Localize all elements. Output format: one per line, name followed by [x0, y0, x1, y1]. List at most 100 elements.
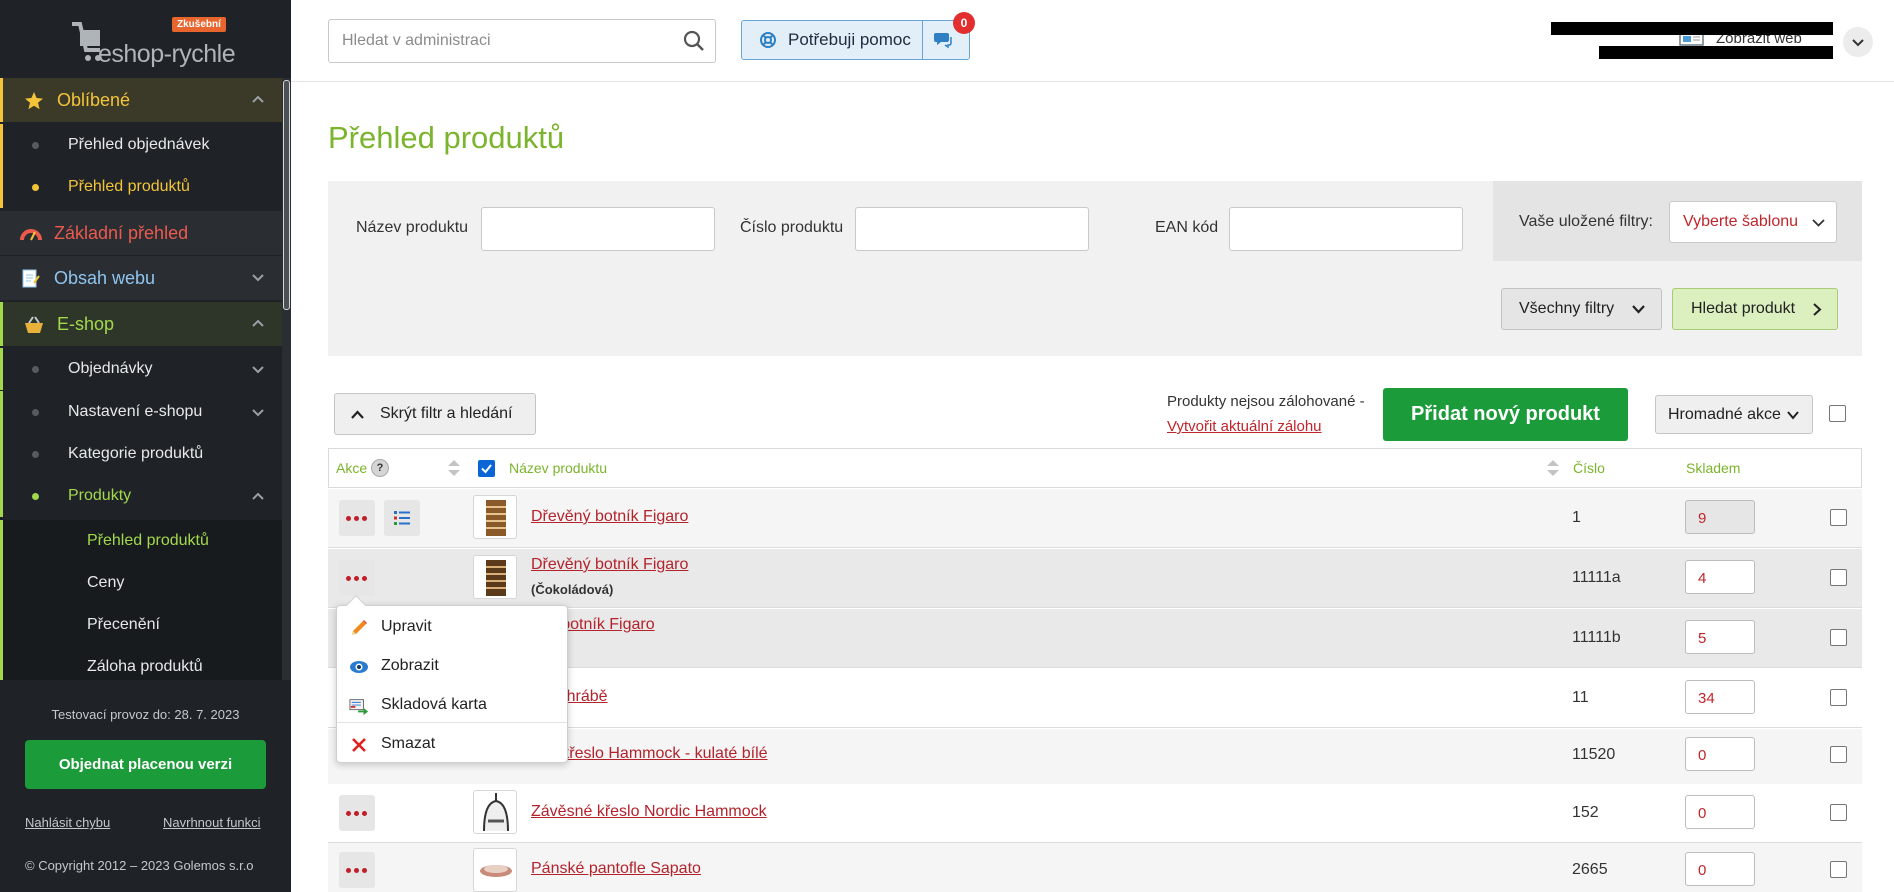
basket-icon — [23, 314, 45, 336]
logo[interactable]: Zkušební eshop-rychle — [60, 14, 240, 74]
col-number[interactable]: Číslo — [1573, 460, 1605, 476]
sidebar-item-eshop-settings[interactable]: Nastavení e-shopu — [0, 391, 282, 433]
sort-icon[interactable] — [1545, 457, 1561, 479]
delete-x-icon — [352, 738, 366, 752]
sort-icon[interactable] — [446, 457, 462, 479]
hide-filter-button[interactable]: Skrýt filtr a hledání — [334, 393, 536, 435]
stock-input[interactable]: 0 — [1685, 737, 1755, 771]
report-bug-link[interactable]: Nahlásit chybu — [25, 815, 110, 830]
suggest-feature-link[interactable]: Navrhnout funkci — [163, 815, 261, 830]
product-number: 2665 — [1572, 861, 1608, 878]
table-row: Závěsné křeslo Nordic Hammock 152 0 — [328, 784, 1862, 843]
search-icon[interactable] — [683, 30, 705, 52]
row-checkbox[interactable] — [1830, 509, 1847, 526]
sidebar-item-prices[interactable]: Ceny — [0, 562, 282, 604]
stock-input[interactable]: 5 — [1685, 620, 1755, 654]
chevron-down-icon — [252, 366, 264, 374]
menu-item-delete[interactable]: Smazat — [337, 725, 567, 763]
sidebar-item-label: Záloha produktů — [87, 658, 203, 675]
product-thumbnail[interactable] — [473, 555, 517, 599]
chevron-down-icon — [252, 409, 264, 417]
add-product-button[interactable]: Přidat nový produkt — [1383, 388, 1628, 441]
trial-badge: Zkušební — [172, 17, 226, 32]
product-name-input[interactable] — [481, 207, 715, 251]
chevron-up-icon — [252, 319, 264, 327]
search-input[interactable] — [329, 20, 669, 62]
menu-item-stock-card[interactable]: Skladová karta — [337, 686, 567, 724]
sidebar-item-products[interactable]: Produkty — [0, 475, 282, 517]
row-checkbox[interactable] — [1830, 746, 1847, 763]
stock-input[interactable]: 4 — [1685, 560, 1755, 594]
sidebar-item-orders[interactable]: Objednávky — [0, 348, 282, 390]
sidebar-item-label: Objednávky — [68, 360, 153, 377]
sidebar-item-orders-overview[interactable]: Přehled objednávek — [0, 124, 282, 166]
stock-input[interactable]: 0 — [1685, 852, 1755, 886]
bulk-actions-select[interactable]: Hromadné akce — [1655, 395, 1813, 434]
scrollbar-thumb[interactable] — [283, 80, 290, 310]
sidebar-item-favorites[interactable]: Oblíbené — [0, 78, 282, 122]
ean-input[interactable] — [1229, 207, 1463, 251]
row-actions-button[interactable] — [339, 560, 375, 596]
sidebar-item-repricing[interactable]: Přecenění — [0, 604, 282, 646]
col-stock[interactable]: Skladem — [1686, 460, 1740, 476]
col-product-name[interactable]: Název produktu — [509, 460, 607, 476]
product-name-link[interactable]: Pánské pantofle Sapato — [531, 860, 701, 878]
sidebar-item-products-overview[interactable]: Přehled produktů — [0, 520, 282, 562]
product-thumbnail[interactable] — [473, 495, 517, 539]
sidebar-item-eshop[interactable]: E-shop — [0, 302, 282, 346]
menu-item-label: Smazat — [381, 735, 436, 752]
search-product-label: Hledat produkt — [1691, 300, 1796, 317]
row-checkbox[interactable] — [1830, 689, 1847, 706]
need-help-label: Potřebuji pomoc — [788, 30, 911, 49]
row-checkbox[interactable] — [1830, 861, 1847, 878]
product-thumbnail[interactable] — [473, 848, 517, 892]
template-select[interactable]: Vyberte šablonu — [1669, 201, 1837, 243]
sidebar-item-dashboard[interactable]: Základní přehled — [0, 211, 282, 255]
row-checkbox[interactable] — [1830, 804, 1847, 821]
row-actions-button[interactable] — [339, 795, 375, 831]
sidebar-item-label: Obsah webu — [54, 267, 156, 288]
sidebar-item-products-overview-fav[interactable]: Přehled produktů — [0, 166, 282, 208]
search-product-button[interactable]: Hledat produkt — [1672, 288, 1838, 330]
variants-list-button[interactable] — [384, 500, 420, 536]
all-filters-button[interactable]: Všechny filtry — [1501, 288, 1662, 330]
select-all-checkbox[interactable] — [1829, 405, 1846, 422]
select-visible-checkbox[interactable] — [478, 460, 495, 477]
notification-badge[interactable]: 0 — [953, 12, 975, 34]
product-name-link[interactable]: Dřevěný botník Figaro — [531, 508, 688, 526]
product-name-link[interactable]: Dřevěný botník Figaro — [531, 556, 688, 574]
sidebar-scrollbar[interactable] — [282, 78, 291, 680]
chevron-up-icon — [351, 410, 364, 419]
product-number-label: Číslo produktu — [740, 219, 844, 236]
menu-item-view[interactable]: Zobrazit — [337, 647, 567, 685]
chat-icon[interactable] — [933, 31, 953, 49]
stock-input[interactable]: 0 — [1685, 795, 1755, 829]
menu-item-label: Skladová karta — [381, 696, 487, 713]
row-checkbox[interactable] — [1830, 569, 1847, 586]
help-icon[interactable]: ? — [371, 459, 389, 477]
create-backup-link[interactable]: Vytvořit aktuální zálohu — [1167, 418, 1322, 435]
stock-card-icon — [349, 699, 369, 716]
product-number-input[interactable] — [855, 207, 1089, 251]
sidebar-item-product-categories[interactable]: Kategorie produktů — [0, 433, 282, 475]
stock-input: 9 — [1685, 500, 1755, 534]
pencil-icon — [352, 620, 367, 635]
user-name-redacted — [1551, 22, 1833, 35]
row-checkbox[interactable] — [1830, 629, 1847, 646]
stock-input[interactable]: 34 — [1685, 680, 1755, 714]
template-select-value: Vyberte šablonu — [1683, 213, 1799, 230]
bullet-icon — [32, 408, 39, 416]
row-actions-button[interactable] — [339, 500, 375, 536]
row-actions-button[interactable] — [339, 852, 375, 888]
product-thumbnail[interactable] — [473, 790, 517, 834]
order-paid-version-button[interactable]: Objednat placenou verzi — [25, 740, 266, 789]
menu-item-edit[interactable]: Upravit — [337, 608, 567, 646]
row-actions-menu: Upravit Zobrazit Skladová karta Smazat — [336, 595, 568, 763]
sidebar-item-product-backup[interactable]: Záloha produktů — [0, 646, 282, 680]
sidebar-item-web-content[interactable]: Obsah webu — [0, 256, 282, 300]
product-name-link[interactable]: Závěsné křeslo Nordic Hammock — [531, 803, 767, 821]
need-help-button[interactable]: Potřebuji pomoc — [742, 21, 922, 59]
user-menu-toggle[interactable] — [1843, 27, 1873, 57]
saved-filters-label: Vaše uložené filtry: — [1519, 213, 1653, 230]
table-row: Pánské pantofle Sapato 2665 0 — [328, 843, 1862, 892]
